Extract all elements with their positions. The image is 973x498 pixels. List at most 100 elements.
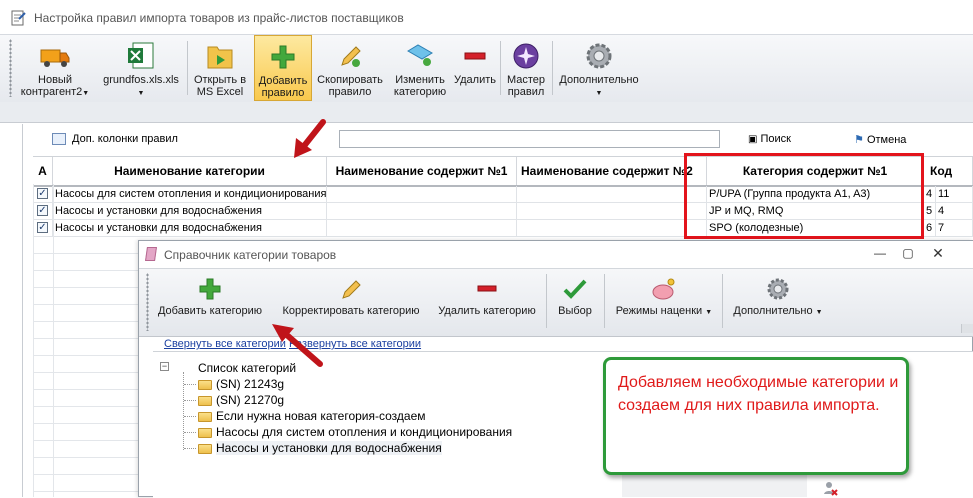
tag-edit-icon xyxy=(407,44,433,66)
grid-line xyxy=(33,184,34,497)
name-contains-1-cell[interactable] xyxy=(327,203,517,219)
tree-item[interactable]: (SN) 21243g xyxy=(184,376,284,392)
plus-icon xyxy=(271,45,295,69)
toolbar-grip[interactable] xyxy=(9,39,12,97)
grid-line xyxy=(33,372,143,373)
close-icon[interactable]: ✕ xyxy=(930,246,946,260)
code-cell[interactable]: 5 xyxy=(924,203,936,219)
column-header-active[interactable]: A xyxy=(33,157,53,185)
checkbox-checked[interactable]: ✓ xyxy=(37,205,48,216)
gear-icon xyxy=(767,278,789,300)
ribbon-gap xyxy=(0,102,973,123)
file-label: grundfos.xls.xls xyxy=(103,74,179,86)
tree-item[interactable]: Если нужна новая категория-создаем xyxy=(184,408,426,424)
minus-icon xyxy=(477,285,497,292)
wizard-button[interactable]: Мастер правил xyxy=(502,35,550,101)
more-button[interactable]: Дополнительно ▼ xyxy=(554,35,644,101)
dialog-more-button[interactable]: Дополнительно ▼ xyxy=(726,268,830,334)
tree-item[interactable]: (SN) 21270g xyxy=(184,392,284,408)
column-header-code[interactable]: Код xyxy=(924,157,973,185)
grid-line xyxy=(33,423,143,424)
dropdown-arrow-icon: ▼ xyxy=(82,90,90,97)
tree-item-label: Насосы для систем отопления и кондициони… xyxy=(216,425,513,439)
maximize-icon[interactable]: ▢ xyxy=(900,246,916,260)
markup-modes-button[interactable]: Режимы наценки ▼ xyxy=(608,268,720,334)
toolbar-separator xyxy=(552,41,553,95)
extra-cell[interactable]: 4 xyxy=(936,203,973,219)
checkbox-checked[interactable]: ✓ xyxy=(37,188,48,199)
active-cell[interactable]: ✓ xyxy=(33,220,53,236)
category-name-cell[interactable]: Насосы для систем отопления и кондициони… xyxy=(53,186,327,202)
column-header-name-contains-2[interactable]: Наименование содержит №2 xyxy=(517,157,707,185)
add-rule-button[interactable]: Добавить правило xyxy=(254,35,312,101)
user-delete-icon[interactable] xyxy=(822,480,838,496)
delete-category-button[interactable]: Удалить категорию xyxy=(432,268,542,334)
search-input[interactable] xyxy=(339,130,720,148)
toolbar-overflow[interactable] xyxy=(961,324,973,333)
delete-button[interactable]: Удалить xyxy=(451,35,499,101)
code-cell[interactable]: 4 xyxy=(924,186,936,202)
new-contractor-label: Новый контрагент2 xyxy=(20,74,83,98)
change-category-button[interactable]: Изменить категорию xyxy=(389,35,451,101)
cancel-search-button[interactable]: ⚑ Отмена xyxy=(854,133,906,146)
plus-icon xyxy=(199,278,221,300)
grid-line xyxy=(33,491,143,492)
pencil-icon xyxy=(342,280,361,299)
grid-line xyxy=(33,321,143,322)
binoculars-icon: ▣ xyxy=(748,134,758,145)
gear-icon xyxy=(586,43,612,69)
active-cell[interactable]: ✓ xyxy=(33,186,53,202)
wizard-orb-icon xyxy=(513,43,539,69)
folder-icon xyxy=(198,379,212,390)
select-label: Выбор xyxy=(558,305,592,317)
folder-icon xyxy=(198,427,212,438)
extra-columns-button[interactable]: Доп. колонки правил xyxy=(72,133,178,145)
table-columns-icon xyxy=(52,133,66,145)
copy-rule-button[interactable]: Скопировать правило xyxy=(313,35,387,101)
extra-cell[interactable]: 11 xyxy=(936,186,973,202)
main-toolbar: Новый контрагент2▼ grundfos.xls.xls ▼ Отк… xyxy=(0,34,973,103)
search-label: Поиск xyxy=(760,133,791,145)
add-category-button[interactable]: Добавить категорию xyxy=(151,268,269,334)
app-icon xyxy=(11,10,26,26)
dialog-title: Справочник категории товаров xyxy=(164,248,337,262)
highlight-box xyxy=(684,153,924,239)
column-header-name-contains-1[interactable]: Наименование содержит №1 xyxy=(327,157,517,185)
name-contains-2-cell[interactable] xyxy=(517,203,707,219)
file-button[interactable]: grundfos.xls.xls ▼ xyxy=(96,35,186,101)
name-contains-1-cell[interactable] xyxy=(327,186,517,202)
tree-item-label: Если нужна новая категория-создаем xyxy=(216,409,426,423)
tree-item[interactable]: Насосы для систем отопления и кондициони… xyxy=(184,424,512,440)
new-contractor-button[interactable]: Новый контрагент2▼ xyxy=(16,35,94,101)
name-contains-2-cell[interactable] xyxy=(517,220,707,236)
toolbar-separator xyxy=(500,41,501,95)
extra-cell[interactable]: 7 xyxy=(936,220,973,236)
toolbar-grip[interactable] xyxy=(146,273,149,331)
name-contains-1-cell[interactable] xyxy=(327,220,517,236)
open-excel-button[interactable]: Открыть в MS Excel xyxy=(189,35,251,101)
checkbox-checked[interactable]: ✓ xyxy=(37,222,48,233)
callout-text: Добавляем необходимые категории и создае… xyxy=(618,374,899,414)
category-name-cell[interactable]: Насосы и установки для водоснабжения xyxy=(53,220,327,236)
folder-icon xyxy=(198,411,212,422)
name-contains-2-cell[interactable] xyxy=(517,186,707,202)
minimize-icon[interactable]: — xyxy=(872,246,888,260)
tree-item-label: (SN) 21243g xyxy=(216,377,285,391)
active-cell[interactable]: ✓ xyxy=(33,203,53,219)
minus-icon xyxy=(464,52,486,60)
select-button[interactable]: Выбор xyxy=(550,268,600,334)
search-button[interactable]: ▣ Поиск xyxy=(748,133,791,145)
column-header-category-name[interactable]: Наименование категории xyxy=(53,157,327,185)
grid-line xyxy=(33,270,143,271)
category-name-cell[interactable]: Насосы и установки для водоснабжения xyxy=(53,203,327,219)
collapse-toggle-icon[interactable]: − xyxy=(160,362,169,371)
truck-icon xyxy=(40,49,70,67)
cancel-filter-icon: ⚑ xyxy=(854,134,864,146)
grid-line xyxy=(33,338,143,339)
folder-icon xyxy=(198,395,212,406)
grid-line xyxy=(33,287,143,288)
code-cell[interactable]: 6 xyxy=(924,220,936,236)
tree-item[interactable]: Насосы и установки для водоснабжения xyxy=(184,440,442,456)
edit-category-label: Корректировать категорию xyxy=(282,305,420,317)
checkmark-icon xyxy=(563,279,587,299)
